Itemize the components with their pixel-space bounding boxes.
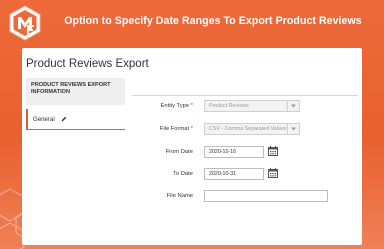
file-format-value: CSV - Comma Separated Values [209, 125, 287, 132]
entity-type-value: Product Reviews [209, 102, 249, 109]
to-date-input[interactable]: 2020-10-31 [204, 167, 264, 180]
file-format-select[interactable]: CSV - Comma Separated Values [204, 122, 300, 135]
form-divider [132, 95, 358, 96]
file-name-row: File Name [132, 189, 362, 202]
entity-type-row: Entity Type Product Reviews [132, 99, 362, 112]
banner-title: Option to Specify Date Ranges To Export … [64, 15, 362, 27]
file-name-input[interactable] [204, 189, 328, 202]
chevron-down-icon [287, 100, 299, 111]
file-format-row: File Format CSV - Comma Separated Values [132, 122, 362, 135]
to-date-value: 2020-10-31 [209, 170, 237, 177]
sidebar: PRODUCT REVIEWS EXPORT INFORMATION Gener… [26, 78, 125, 130]
logo-icon [9, 5, 41, 41]
sidebar-item-general[interactable]: General [26, 109, 125, 130]
export-panel: Product Reviews Export PRODUCT REVIEWS E… [22, 48, 362, 245]
calendar-icon[interactable] [268, 146, 278, 156]
pencil-icon [61, 116, 66, 122]
from-date-input[interactable]: 2020-10-16 [204, 145, 264, 158]
from-date-value: 2020-10-16 [209, 148, 237, 155]
from-date-label: From Date [165, 148, 193, 155]
sidebar-item-label: General [33, 115, 55, 123]
to-date-label: To Date [173, 170, 193, 177]
page-title: Product Reviews Export [26, 58, 149, 70]
to-date-row: To Date 2020-10-31 [132, 167, 362, 180]
entity-type-select[interactable]: Product Reviews [204, 99, 300, 112]
from-date-row: From Date 2020-10-16 [132, 145, 362, 158]
calendar-icon[interactable] [268, 168, 278, 178]
file-format-label: File Format [132, 126, 193, 132]
sidebar-section-title: PRODUCT REVIEWS EXPORT INFORMATION [26, 78, 125, 105]
file-name-label: File Name [166, 192, 193, 199]
entity-type-label: Entity Type [132, 103, 193, 109]
chevron-down-icon [287, 123, 299, 134]
